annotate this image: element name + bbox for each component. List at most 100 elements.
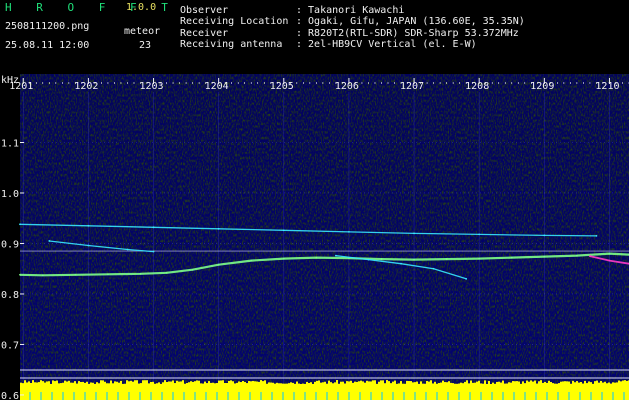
trace-1-point <box>543 234 546 237</box>
band-spike <box>514 381 516 386</box>
band-spike <box>488 380 490 386</box>
band-spike <box>418 383 420 386</box>
band-spike <box>554 383 556 386</box>
band-spike <box>208 381 210 386</box>
band-spike <box>426 381 428 386</box>
band-spike <box>592 383 594 386</box>
band-spike <box>306 381 308 386</box>
band-spike <box>498 381 500 386</box>
plot-area <box>20 74 629 400</box>
band-spike <box>544 381 546 386</box>
band-spike <box>346 381 348 386</box>
band-spike <box>132 381 134 386</box>
band-spike <box>614 382 616 386</box>
band-spike <box>190 381 192 386</box>
trace-0-point <box>217 263 220 266</box>
band-spike <box>118 382 120 386</box>
band-spike <box>342 381 344 386</box>
band-spike <box>296 381 298 386</box>
band-spike <box>386 380 388 386</box>
trace-1-point <box>217 227 220 230</box>
band-spike <box>56 380 58 386</box>
band-spike <box>598 382 600 386</box>
band-spike <box>408 381 410 386</box>
band-spike <box>606 383 608 386</box>
band-spike <box>576 381 578 386</box>
band-spike <box>412 382 414 386</box>
trace-0-point <box>510 256 513 259</box>
band-spike <box>564 381 566 386</box>
trace-1-point <box>348 230 350 233</box>
band-spike <box>136 380 138 386</box>
band-spike <box>68 380 70 386</box>
noise-texture <box>20 74 629 400</box>
band-spike <box>172 380 174 386</box>
band-spike <box>252 380 254 386</box>
trace-0-point <box>191 268 194 271</box>
band-spike <box>532 381 534 386</box>
band-spike <box>144 380 146 386</box>
trace-0-point <box>315 256 318 259</box>
band-spike <box>492 382 494 386</box>
band-spike <box>128 381 130 386</box>
band-spike <box>228 380 230 386</box>
band-spike <box>336 380 338 386</box>
band-spike <box>134 380 136 386</box>
band-spike <box>244 382 246 386</box>
band-spike <box>196 380 198 386</box>
band-spike <box>170 381 172 386</box>
band-spike <box>300 383 302 386</box>
band-spike <box>444 382 446 386</box>
band-spike <box>558 383 560 386</box>
band-spike <box>84 382 86 386</box>
band-spike <box>536 383 538 386</box>
band-spike <box>200 383 202 386</box>
band-spike <box>504 383 506 386</box>
band-spike <box>54 381 56 386</box>
band-spike <box>96 382 98 386</box>
band-spike <box>310 382 312 386</box>
band-spike <box>148 383 150 386</box>
band-spike <box>378 381 380 386</box>
trace-0-point <box>282 257 285 260</box>
band-spike <box>530 380 532 386</box>
band-spike <box>210 382 212 386</box>
band-spike <box>206 383 208 386</box>
band-spike <box>590 382 592 386</box>
band-spike <box>458 383 460 386</box>
band-spike <box>272 382 274 386</box>
band-spike <box>550 381 552 386</box>
band-spike <box>276 382 278 386</box>
band-spike <box>358 381 360 386</box>
trace-1-point <box>478 233 481 236</box>
band-spike <box>620 381 622 386</box>
band-spike <box>406 380 408 386</box>
trace-2-point <box>126 248 129 251</box>
band-spike <box>348 381 350 386</box>
band-spike <box>622 380 624 386</box>
band-spike <box>466 380 468 386</box>
band-spike <box>116 381 118 386</box>
band-spike <box>464 381 466 386</box>
band-spike <box>30 382 32 386</box>
trace-3-point <box>334 254 337 257</box>
band-spike <box>104 381 106 386</box>
band-spike <box>390 383 392 386</box>
band-spike <box>432 383 434 386</box>
band-spike <box>506 383 508 386</box>
band-spike <box>182 380 184 386</box>
band-spike <box>594 381 596 386</box>
band-spike <box>474 382 476 386</box>
band-spike <box>194 381 196 386</box>
band-spike <box>258 381 260 386</box>
trace-0-point <box>165 271 168 274</box>
band-spike <box>438 383 440 386</box>
band-spike <box>578 382 580 386</box>
band-spike <box>538 381 540 386</box>
band-spike <box>448 381 450 386</box>
band-spike <box>602 382 604 386</box>
band-spike <box>20 382 22 386</box>
band-spike <box>62 382 64 386</box>
band-spike <box>394 380 396 386</box>
band-spike <box>112 383 114 386</box>
